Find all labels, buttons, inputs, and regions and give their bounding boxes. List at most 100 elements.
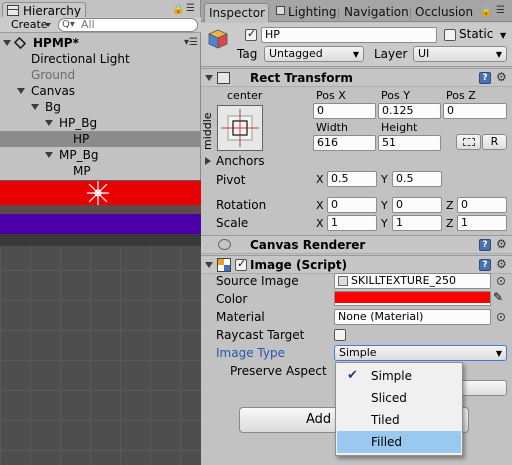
canvas-renderer-icon (218, 239, 231, 250)
hierarchy-item-hp-bg[interactable]: HP_Bg (0, 115, 200, 131)
create-button[interactable]: Create (3, 18, 55, 32)
menu-item-label: Tiled (371, 413, 400, 427)
scale-z-field[interactable]: 1 (457, 215, 507, 231)
object-picker-icon[interactable] (497, 277, 505, 285)
hierarchy-tab-label: Hierarchy (23, 4, 82, 18)
hierarchy-tab-icon (7, 5, 19, 16)
menu-item-filled[interactable]: Filled (337, 431, 461, 453)
scale-x-field[interactable]: 1 (327, 215, 377, 231)
scene-root-row[interactable]: HPMP* ▾☰ (0, 35, 200, 51)
tab-lighting[interactable]: Lighting (288, 3, 337, 22)
blueprint-icon (463, 138, 475, 146)
tag-dropdown[interactable]: Untagged ▼ (264, 46, 364, 62)
pos-z-field[interactable]: 0 (443, 103, 507, 119)
pivot-gizmo-icon[interactable] (86, 180, 110, 206)
canvas-renderer-header[interactable]: Canvas Renderer ? ⚙ (201, 235, 512, 254)
help-icon[interactable]: ? (479, 259, 491, 271)
rot-y-field[interactable]: 0 (392, 197, 442, 213)
hierarchy-item-hp[interactable]: HP (0, 131, 200, 147)
gameobject-name-field[interactable]: HP (261, 27, 437, 43)
scene-menu-icon[interactable]: ▾☰ (184, 35, 198, 51)
source-image-field[interactable]: SKILLTEXTURE_250 (334, 273, 491, 289)
menu-item-label: Simple (371, 369, 412, 383)
help-icon[interactable]: ? (479, 72, 491, 84)
raycast-target-label: Raycast Target (216, 328, 305, 342)
pivot-y-field[interactable]: 0.5 (392, 171, 442, 187)
hierarchy-item-mp-bg[interactable]: MP_Bg (0, 147, 200, 163)
hierarchy-item-canvas[interactable]: Canvas (0, 83, 200, 99)
tab-inspector[interactable]: Inspector (204, 3, 269, 22)
canvas-renderer-title: Canvas Renderer (250, 238, 366, 252)
create-button-label: Create (11, 18, 48, 31)
hierarchy-search-input[interactable]: Q▾ All (58, 18, 198, 32)
active-checkbox[interactable] (245, 27, 257, 41)
pivot-x-field[interactable]: 0.5 (327, 171, 377, 187)
static-dropdown-icon[interactable]: ▼ (500, 31, 506, 40)
color-swatch[interactable] (334, 291, 491, 306)
hp-bar-shadow (0, 205, 201, 214)
hierarchy-item-ground[interactable]: Ground (0, 67, 200, 83)
layer-dropdown[interactable]: UI ▼ (413, 46, 507, 62)
item-label: MP_Bg (59, 148, 99, 162)
image-type-label: Image Type (216, 346, 285, 360)
width-field[interactable]: 616 (313, 135, 376, 151)
expand-arrow-icon (45, 152, 53, 158)
gear-icon[interactable]: ⚙ (496, 257, 507, 271)
tag-label: Tag (237, 47, 258, 61)
gear-icon[interactable]: ⚙ (496, 70, 507, 84)
eyedropper-icon[interactable]: ✎ (493, 290, 503, 304)
dropdown-arrow-icon: ▼ (495, 349, 502, 358)
inspector-menu-icon[interactable]: ☰ (496, 5, 505, 16)
panel-menu-icon[interactable]: ☰ (186, 3, 195, 14)
collapse-arrow-icon (205, 262, 213, 268)
hierarchy-item-directional-light[interactable]: Directional Light (0, 51, 200, 67)
panel-lock-icon[interactable]: 🔒 (172, 4, 184, 15)
menu-item-sliced[interactable]: Sliced (337, 387, 461, 409)
unity-scene-icon (13, 36, 27, 50)
height-field[interactable]: 51 (378, 135, 441, 151)
pivot-label: Pivot (216, 173, 246, 187)
hierarchy-item-bg[interactable]: Bg (0, 99, 200, 115)
pivot-y-label: Y (381, 173, 388, 186)
pos-y-field[interactable]: 0.125 (378, 103, 441, 119)
tab-occlusion[interactable]: Occlusion (415, 3, 473, 22)
menu-item-simple[interactable]: ✔ Simple (337, 365, 461, 387)
image-component-header[interactable]: Image (Script) ? ⚙ (201, 255, 512, 274)
pos-x-field[interactable]: 0 (313, 103, 376, 119)
menu-item-label: Filled (371, 435, 403, 449)
tab-divider (410, 7, 411, 19)
scale-y-field[interactable]: 1 (392, 215, 442, 231)
mp-bar[interactable] (0, 214, 201, 234)
static-checkbox[interactable] (444, 29, 456, 41)
image-enabled-checkbox[interactable] (235, 257, 247, 271)
menu-item-tiled[interactable]: Tiled (337, 409, 461, 431)
image-type-menu: ✔ Simple Sliced Tiled Filled (335, 362, 463, 456)
image-type-dropdown[interactable]: Simple ▼ (334, 345, 507, 361)
search-icon: Q▾ (62, 19, 75, 30)
rot-x-field[interactable]: 0 (327, 197, 377, 213)
pos-z-label: Pos Z (446, 89, 476, 102)
expand-arrow-icon[interactable] (205, 157, 211, 165)
alpha-bar (335, 303, 490, 305)
raycast-target-checkbox[interactable] (334, 329, 346, 341)
rot-z-field[interactable]: 0 (457, 197, 507, 213)
tab-navigation[interactable]: Navigation (344, 3, 409, 22)
material-field[interactable]: None (Material) (334, 309, 491, 325)
gear-icon[interactable]: ⚙ (496, 237, 507, 251)
hierarchy-item-mp[interactable]: MP (0, 163, 200, 179)
inspector-tab-bar: Inspector Lighting Navigation Occlusion … (201, 0, 512, 22)
image-component-title: Image (Script) (250, 258, 348, 272)
expand-arrow-icon (31, 104, 39, 110)
anchor-preset-icon[interactable] (217, 105, 263, 151)
inspector-lock-icon[interactable]: 🔒 (480, 6, 492, 17)
tag-value: Untagged (269, 47, 323, 60)
blueprint-mode-button[interactable] (456, 134, 481, 150)
help-icon[interactable]: ? (479, 239, 491, 251)
anchors-label[interactable]: Anchors (216, 154, 265, 168)
texture-icon (338, 276, 348, 286)
object-picker-icon[interactable] (497, 313, 505, 321)
layer-value: UI (418, 47, 430, 60)
rect-transform-header[interactable]: Rect Transform ? ⚙ (201, 68, 512, 87)
tab-divider (338, 7, 339, 19)
raw-edit-button[interactable]: R (482, 134, 507, 150)
